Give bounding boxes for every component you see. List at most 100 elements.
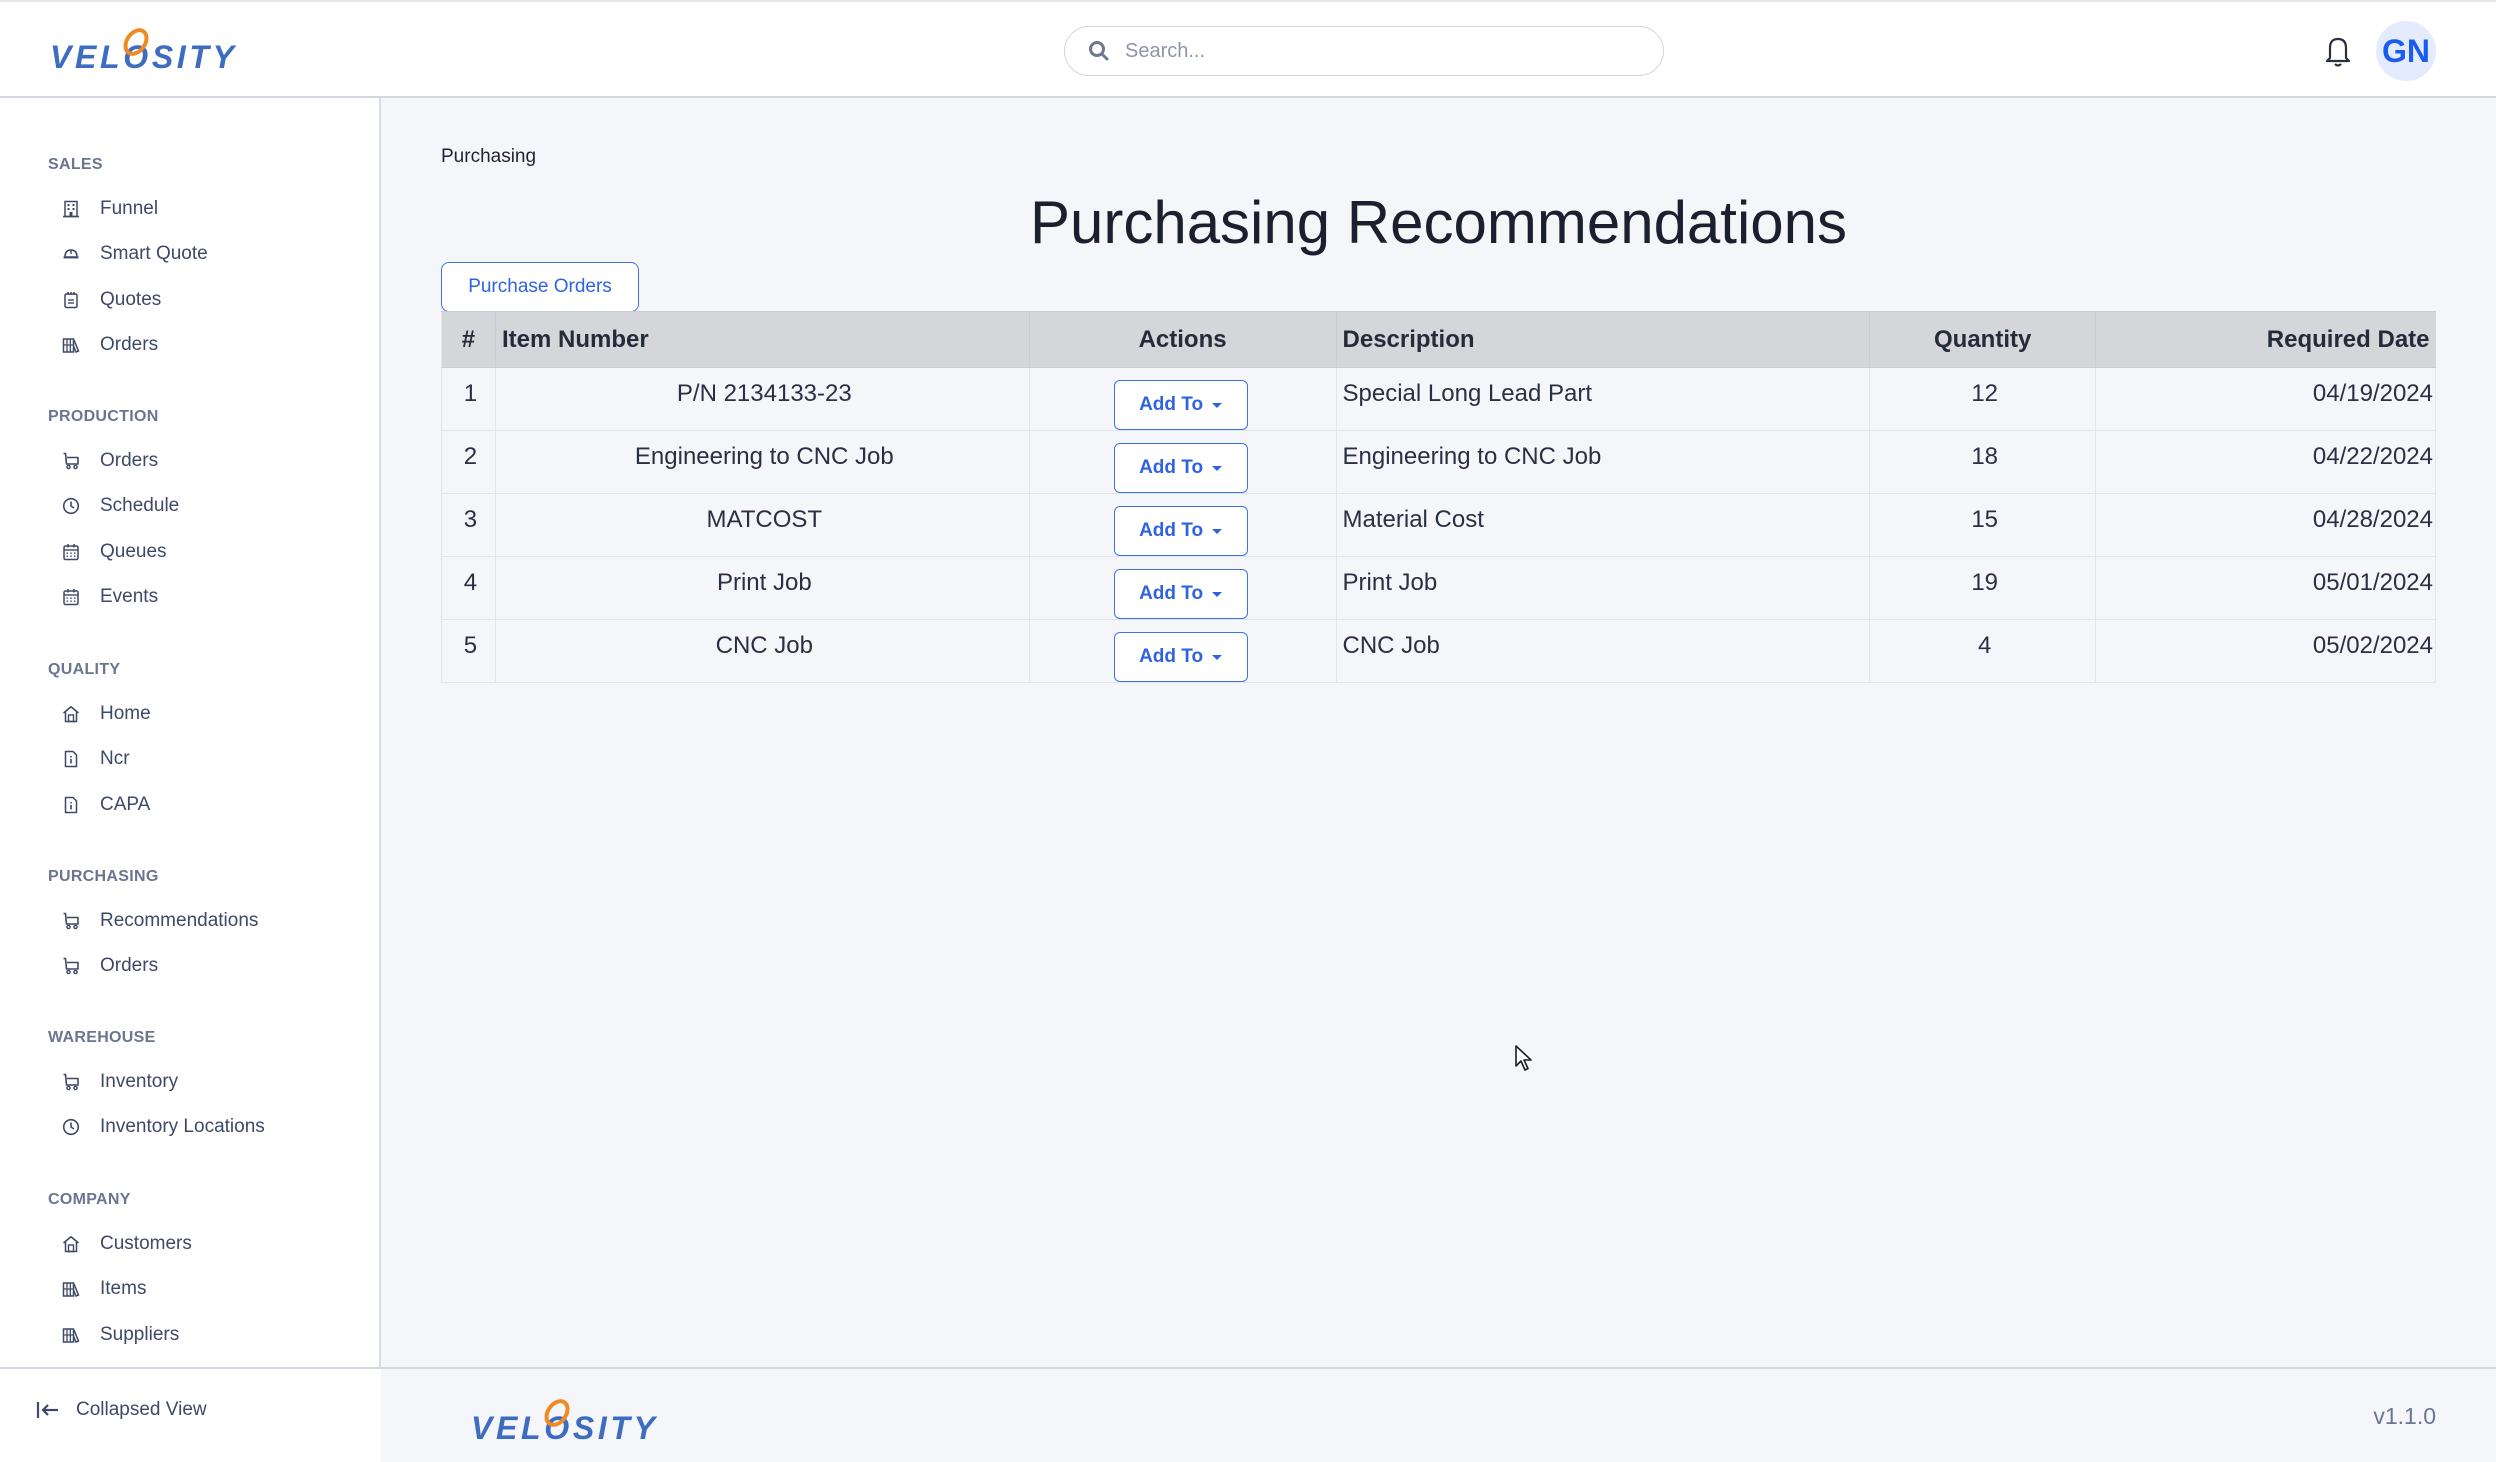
cart-icon: [62, 912, 80, 930]
table-row[interactable]: 3 MATCOST Add To Material Cost 15 04/28/…: [441, 493, 2436, 557]
sidebar-item-quality-ncr[interactable]: Ncr: [62, 741, 130, 777]
item-number-cell: Engineering to CNC Job: [494, 430, 1030, 494]
sidebar-section-purchasing: PURCHASING: [48, 868, 159, 885]
sidebar-section-production: PRODUCTION: [48, 408, 159, 425]
add-to-dropdown-button[interactable]: Add To: [1113, 443, 1248, 493]
table-header-row: # Item Number Actions Description Quanti…: [441, 311, 2436, 368]
quantity-cell: 12: [1869, 367, 2097, 431]
footer-logo: VELOSITY: [469, 1397, 659, 1447]
description-cell: Material Cost: [1335, 493, 1871, 557]
sidebar-item-label: Inventory Locations: [100, 1116, 265, 1138]
add-to-label: Add To: [1139, 394, 1204, 415]
purchase-orders-button[interactable]: Purchase Orders: [441, 262, 639, 312]
sidebar-item-company-items[interactable]: Items: [62, 1271, 146, 1307]
column-header-quantity[interactable]: Quantity: [1869, 311, 2096, 368]
sidebar-item-label: Smart Quote: [100, 243, 208, 265]
column-header-item-number[interactable]: Item Number: [494, 311, 1030, 368]
add-to-dropdown-button[interactable]: Add To: [1113, 569, 1248, 619]
row-number: 3: [441, 493, 496, 557]
user-avatar[interactable]: GN: [2376, 21, 2436, 81]
add-to-dropdown-button[interactable]: Add To: [1113, 632, 1248, 682]
sidebar-item-label: Ncr: [100, 748, 130, 770]
cart-icon: [62, 452, 80, 470]
column-header-required-date[interactable]: Required Date: [2095, 311, 2436, 368]
sidebar-item-label: Funnel: [100, 198, 159, 219]
sidebar-item-label: Home: [100, 703, 151, 724]
collapsed-view-button[interactable]: Collapsed View: [36, 1399, 207, 1421]
table-body: 1 P/N 2134133-23 Add To Special Long Lea…: [441, 367, 2436, 683]
table-row[interactable]: 5 CNC Job Add To CNC Job 4 05/02/2024: [441, 619, 2436, 683]
collapsed-view-label: Collapsed View: [76, 1399, 207, 1420]
clock-icon: [62, 1118, 80, 1136]
sidebar-item-company-suppliers[interactable]: Suppliers: [62, 1317, 179, 1353]
item-number-cell: Print Job: [494, 556, 1030, 620]
sidebar-footer: Collapsed View: [0, 1367, 381, 1462]
sidebar-item-label: Inventory: [100, 1071, 179, 1092]
calendar-icon: [62, 588, 80, 606]
quantity-cell: 19: [1869, 556, 2097, 620]
sidebar-item-purchasing-recommendations[interactable]: Recommendations: [62, 903, 258, 939]
caret-down-icon: [1212, 528, 1223, 534]
sidebar: SALES Funnel Smart Quote Quotes Orders PRODUC…: [0, 98, 381, 1462]
sidebar-item-sales-smart-quote[interactable]: Smart Quote: [62, 236, 208, 272]
sidebar-section-sales: SALES: [48, 156, 103, 173]
table-row[interactable]: 2 Engineering to CNC Job Add To Engineer…: [441, 430, 2436, 494]
mouse-cursor: [1515, 1045, 1532, 1071]
sidebar-item-label: Customers: [100, 1233, 192, 1254]
calendar-icon: [62, 543, 80, 561]
row-number: 2: [441, 430, 496, 494]
quantity-cell: 15: [1869, 493, 2097, 557]
sidebar-item-production-schedule[interactable]: Schedule: [62, 488, 179, 524]
column-header-actions: Actions: [1028, 311, 1337, 368]
actions-cell: Add To: [1028, 430, 1337, 494]
books-icon: [62, 1280, 80, 1298]
sidebar-section-quality: QUALITY: [48, 661, 121, 678]
footer: VELOSITY v1.1.0: [381, 1367, 2496, 1462]
sidebar-item-sales-funnel[interactable]: Funnel: [62, 191, 158, 227]
actions-cell: Add To: [1028, 367, 1337, 431]
quantity-cell: 4: [1869, 619, 2097, 683]
search-input[interactable]: [1125, 39, 1645, 63]
notepad-icon: [62, 291, 80, 309]
column-header-description[interactable]: Description: [1335, 311, 1870, 368]
add-to-label: Add To: [1139, 583, 1204, 604]
sidebar-item-label: Orders: [100, 955, 159, 977]
required-date-cell: 04/28/2024: [2095, 493, 2436, 557]
sidebar-item-production-orders[interactable]: Orders: [62, 443, 158, 479]
sidebar-item-quality-home[interactable]: Home: [62, 696, 151, 732]
file-info-icon: [62, 796, 80, 814]
item-number-cell: CNC Job: [494, 619, 1030, 683]
sidebar-item-warehouse-inventory-locations[interactable]: Inventory Locations: [62, 1109, 265, 1145]
sidebar-item-purchasing-orders[interactable]: Orders: [62, 948, 158, 984]
sidebar-item-company-customers[interactable]: Customers: [62, 1226, 192, 1262]
sidebar-item-production-events[interactable]: Events: [62, 579, 158, 615]
books-icon: [62, 1326, 80, 1344]
table-row[interactable]: 1 P/N 2134133-23 Add To Special Long Lea…: [441, 367, 2436, 431]
house-icon: [62, 1235, 80, 1253]
sidebar-section-company: COMPANY: [48, 1191, 131, 1208]
sidebar-item-label: Recommendations: [100, 910, 259, 931]
add-to-dropdown-button[interactable]: Add To: [1113, 380, 1248, 430]
add-to-label: Add To: [1139, 520, 1204, 541]
house-icon: [62, 705, 80, 723]
caret-down-icon: [1212, 465, 1223, 471]
sidebar-item-production-queues[interactable]: Queues: [62, 534, 167, 570]
velosity-logo[interactable]: VELOSITY: [48, 26, 238, 76]
quantity-cell: 18: [1869, 430, 2097, 494]
search-box[interactable]: [1064, 26, 1664, 76]
search-icon: [1089, 41, 1109, 61]
bell-icon[interactable]: [2322, 34, 2354, 68]
row-number: 4: [441, 556, 496, 620]
sidebar-item-sales-quotes[interactable]: Quotes: [62, 282, 161, 318]
sidebar-item-warehouse-inventory[interactable]: Inventory: [62, 1064, 178, 1100]
add-to-label: Add To: [1139, 646, 1204, 667]
sidebar-item-sales-orders[interactable]: Orders: [62, 327, 158, 363]
add-to-dropdown-button[interactable]: Add To: [1113, 506, 1248, 556]
column-header-number[interactable]: #: [441, 311, 496, 368]
sidebar-item-quality-capa[interactable]: CAPA: [62, 787, 150, 823]
actions-cell: Add To: [1028, 493, 1337, 557]
table-row[interactable]: 4 Print Job Add To Print Job 19 05/01/20…: [441, 556, 2436, 620]
description-cell: Engineering to CNC Job: [1335, 430, 1871, 494]
caret-down-icon: [1212, 402, 1223, 408]
breadcrumb[interactable]: Purchasing: [441, 146, 536, 168]
